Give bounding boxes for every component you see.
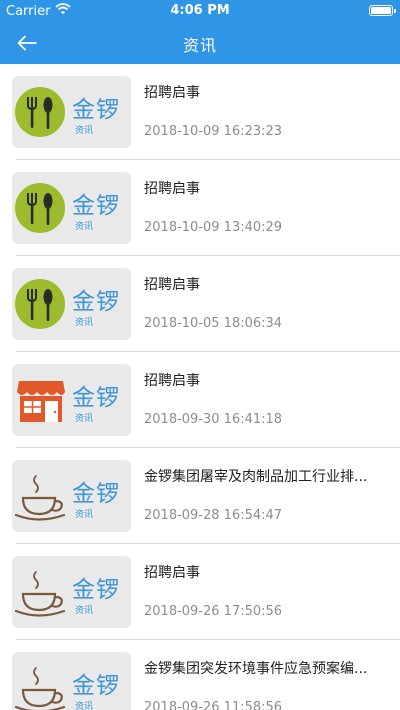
brand-text: 金锣 [72,289,120,315]
brand-subtext: 资讯 [75,702,94,710]
brand-text: 金锣 [72,385,120,411]
news-title: 金锣集团屠宰及肉制品加工行业排... [144,469,368,485]
news-title: 招聘启事 [144,85,200,101]
status-time: 4:06 PM [170,3,230,18]
battery-icon [369,5,396,16]
news-thumbnail: 金锣 资讯 [12,268,131,340]
news-date: 2018-09-26 11:58:56 [144,700,283,710]
list-item[interactable]: 金锣 资讯 金锣集团屠宰及肉制品加工行业排... 2018-09-28 16:54:4… [0,448,400,544]
news-date: 2018-09-28 16:54:47 [144,508,283,523]
news-thumbnail: 金锣 资讯 [12,652,131,710]
brand-subtext: 资讯 [75,318,94,328]
list-item[interactable]: 金锣 资讯 金锣集团突发环境事件应急预案编... 2018-09-26 11:58:5… [0,640,400,710]
news-list: 金锣 资讯 招聘启事 2018-10-09 16:23:23 金锣 资讯 招聘启事 2018-… [0,64,400,710]
news-title: 招聘启事 [144,373,200,389]
status-bar: Carrier 4:06 PM [0,0,400,22]
news-date: 2018-10-09 16:23:23 [144,124,283,139]
list-item[interactable]: 金锣 资讯 招聘启事 2018-10-05 18:06:34 [0,256,400,352]
brand-text: 金锣 [72,97,120,123]
brand-subtext: 资讯 [75,222,94,232]
news-title: 金锣集团突发环境事件应急预案编... [144,661,368,677]
list-item[interactable]: 金锣 资讯 招聘启事 2018-10-09 13:40:29 [0,160,400,256]
brand-subtext: 资讯 [75,126,94,136]
news-date: 2018-09-30 16:41:18 [144,412,283,427]
brand-subtext: 资讯 [75,510,94,520]
brand-text: 金锣 [72,193,120,219]
brand-text: 金锣 [72,577,120,603]
list-item[interactable]: 金锣 资讯 招聘启事 2018-10-09 16:23:23 [0,64,400,160]
list-item[interactable]: 金锣 资讯 招聘启事 2018-09-26 17:50:56 [0,544,400,640]
news-thumbnail: 金锣 资讯 [12,460,131,532]
news-thumbnail: 金锣 资讯 [12,364,131,436]
news-date: 2018-10-05 18:06:34 [144,316,283,331]
nav-bar: 资讯 [0,22,400,64]
news-thumbnail: 金锣 资讯 [12,172,131,244]
brand-subtext: 资讯 [75,414,94,424]
news-thumbnail: 金锣 资讯 [12,76,131,148]
brand-text: 金锣 [72,673,120,699]
news-title: 招聘启事 [144,277,200,293]
news-thumbnail: 金锣 资讯 [12,556,131,628]
news-date: 2018-09-26 17:50:56 [144,604,283,619]
news-title: 招聘启事 [144,565,200,581]
page-title: 资讯 [182,36,217,55]
news-title: 招聘启事 [144,181,200,197]
list-item[interactable]: 金锣 资讯 招聘启事 2018-09-30 16:41:18 [0,352,400,448]
header: Carrier 4:06 PM 资讯 [0,0,400,64]
brand-subtext: 资讯 [75,606,94,616]
news-date: 2018-10-09 13:40:29 [144,220,283,235]
brand-text: 金锣 [72,481,120,507]
